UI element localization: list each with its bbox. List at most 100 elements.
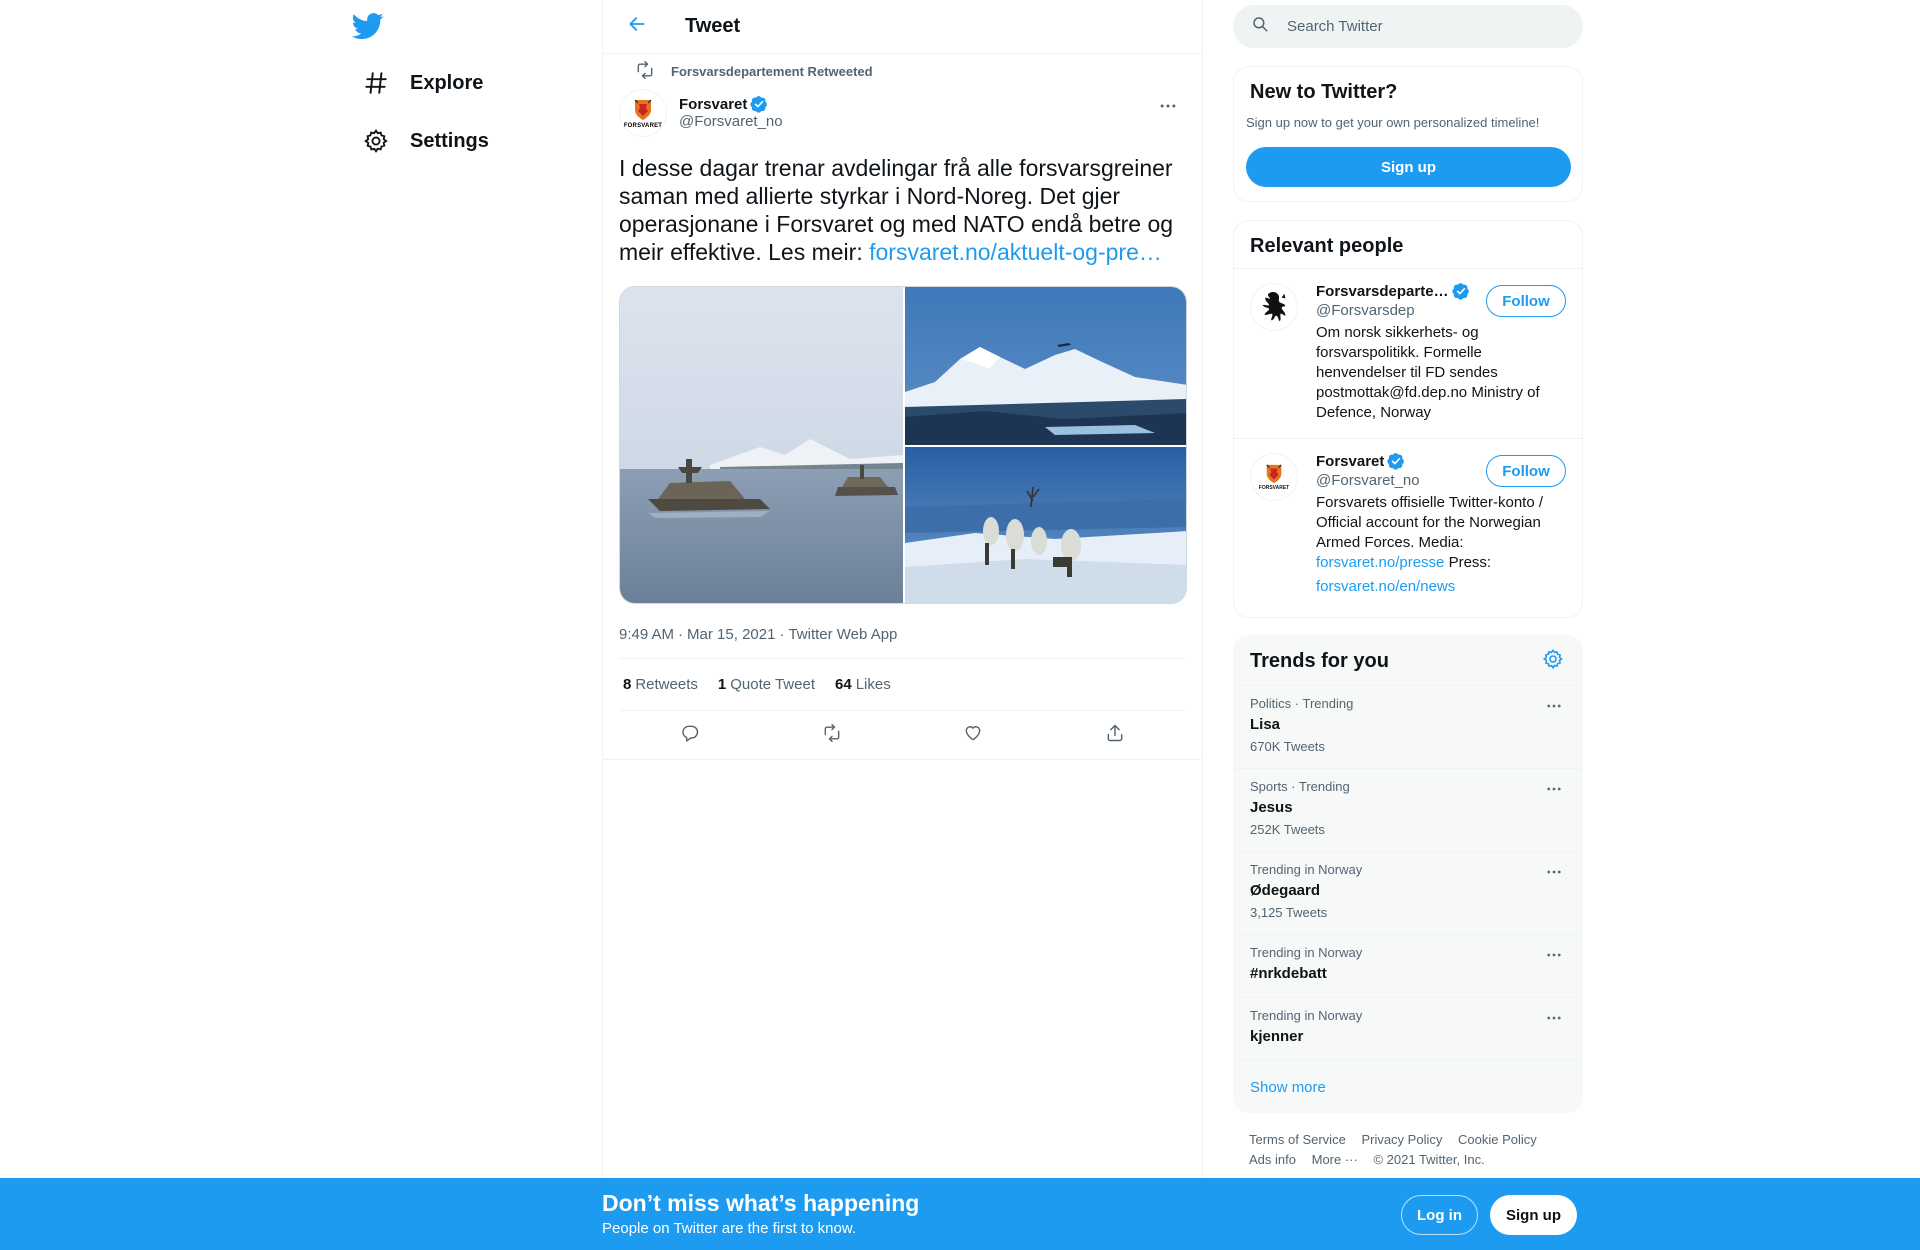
trend-item[interactable]: Trending in Norway Ødegaard 3,125 Tweets [1234,852,1582,935]
banner-title: Don’t miss what’s happening [602,1190,920,1216]
relevant-people-title: Relevant people [1250,235,1404,257]
avatar[interactable]: FORSVARET [1250,453,1298,501]
reply-icon [680,723,700,748]
tweet-more-button[interactable] [1154,96,1182,120]
trend-context: Politics · Trending [1250,696,1354,711]
back-button[interactable] [619,9,655,45]
tweet-author: FORSVARET Forsvaret @Forsvaret_no [619,88,1186,138]
photo-mountains-aircraft[interactable] [905,287,1186,445]
person-item[interactable]: FORSVARET Forsvaret @Forsvaret_no Forsva… [1234,439,1582,609]
search-icon [1251,15,1269,38]
tweet-actions [603,711,1202,760]
twitter-bird-icon[interactable] [351,10,384,42]
retweeted-by-link[interactable]: Forsvarsdepartement Retweeted [671,64,873,79]
show-more-link[interactable]: Show more [1234,1061,1582,1114]
tweet-link[interactable]: forsvaret.no/aktuelt-og-pre… [869,239,1162,265]
more-link[interactable]: More ··· [1312,1152,1358,1167]
author-name[interactable]: Forsvaret [679,96,747,113]
meta-separator: · [678,625,684,643]
terms-link[interactable]: Terms of Service [1249,1132,1346,1147]
person-bio: Om norsk sikkerhets- og forsvarspolitikk… [1316,324,1540,421]
likes-label: Likes [855,676,891,693]
retweet-icon [635,60,657,82]
quote-tweets-stat[interactable]: 1 Quote Tweet [718,676,815,693]
trend-name: Ødegaard [1250,882,1321,899]
avatar-brand-text: FORSVARET [1258,485,1290,491]
more-dots-icon[interactable] [1542,945,1566,965]
retweet-button[interactable] [814,717,850,753]
signup-button[interactable]: Sign up [1246,147,1571,187]
nav-settings-label: Settings [410,129,489,152]
tweet-text: I desse dagar trenar avdelingar frå alle… [619,154,1186,266]
trend-item[interactable]: Politics · Trending Lisa 670K Tweets [1234,686,1582,769]
search-box[interactable] [1233,5,1583,48]
login-button[interactable]: Log in [1401,1195,1478,1235]
tweet-stats: 8 Retweets 1 Quote Tweet 64 Likes [619,658,1186,711]
person-bio: Forsvarets offisielle Twitter-konto / Of… [1316,493,1551,597]
like-button[interactable] [955,717,991,753]
more-dots-icon[interactable] [1542,779,1566,799]
share-button[interactable] [1097,717,1133,753]
gear-icon[interactable] [1542,648,1566,672]
trend-context: Trending in Norway [1250,945,1363,960]
search-input[interactable] [1287,18,1547,35]
trend-name: Lisa [1250,716,1281,733]
trend-item[interactable]: Trending in Norway kjenner [1234,998,1582,1061]
banner-subtitle: People on Twitter are the first to know. [602,1220,857,1237]
retweets-stat[interactable]: 8 Retweets [623,676,698,693]
more-dots-icon [1158,96,1178,121]
footer-links: Terms of Service Privacy Policy Cookie P… [1249,1130,1579,1170]
tweet-source: Twitter Web App [788,625,898,643]
tweet-date[interactable]: Mar 15, 2021 [687,626,775,643]
cookie-link[interactable]: Cookie Policy [1458,1132,1537,1147]
privacy-link[interactable]: Privacy Policy [1361,1132,1442,1147]
heart-icon [963,723,983,748]
photo-soldiers-snow[interactable] [905,447,1186,603]
copyright: © 2021 Twitter, Inc. [1373,1152,1485,1167]
trend-name: kjenner [1250,1028,1304,1045]
follow-button[interactable]: Follow [1486,285,1566,317]
person-name[interactable]: Forsvaret [1316,453,1384,470]
more-dots-icon[interactable] [1542,862,1566,882]
trend-context: Trending in Norway [1250,862,1363,877]
quotes-label: Quote Tweet [730,676,815,693]
trend-item[interactable]: Trending in Norway #nrkdebatt [1234,935,1582,998]
avatar[interactable]: FORSVARET [619,89,667,137]
bio-link-news[interactable]: forsvaret.no/en/news [1316,578,1455,595]
likes-count: 64 [835,676,852,693]
trend-item[interactable]: Sports · Trending Jesus 252K Tweets [1234,769,1582,852]
photo-warships[interactable] [620,287,903,603]
ads-info-link[interactable]: Ads info [1249,1152,1296,1167]
more-dots-icon[interactable] [1542,1008,1566,1028]
tweet-media-grid [619,286,1187,604]
trends-title: Trends for you [1250,650,1389,672]
verified-badge-icon [750,95,768,113]
person-item[interactable]: Forsvarsdeparte… @Forsvarsdep Om norsk s… [1234,269,1582,439]
avatar[interactable] [1250,283,1298,331]
bio-link-presse[interactable]: forsvaret.no/presse [1316,554,1444,571]
retweets-label: Retweets [635,676,698,693]
banner-signup-button[interactable]: Sign up [1490,1195,1577,1235]
nav-item-explore[interactable]: Explore [350,57,495,109]
follow-button[interactable]: Follow [1486,455,1566,487]
reply-button[interactable] [672,717,708,753]
page-title: Tweet [685,15,741,37]
new-to-twitter-subtitle: Sign up now to get your own personalized… [1246,115,1540,130]
tweet-time[interactable]: 9:49 AM [619,626,674,643]
gear-icon [362,127,390,155]
more-dots-icon[interactable] [1542,696,1566,716]
tweet: Forsvarsdepartement Retweeted FORSVARET … [603,54,1202,760]
new-to-twitter-title: New to Twitter? [1250,81,1398,103]
trend-count: 252K Tweets [1250,822,1325,837]
verified-badge-icon [1387,452,1405,470]
trend-name: Jesus [1250,799,1293,816]
nav-item-settings[interactable]: Settings [350,115,501,167]
likes-stat[interactable]: 64 Likes [835,676,891,693]
person-name[interactable]: Forsvarsdeparte… [1316,283,1449,300]
bio-text: Forsvarets offisielle Twitter-konto / Of… [1316,494,1544,551]
main-column: Tweet Forsvarsdepartement Retweeted FORS… [602,0,1203,1250]
retweet-context: Forsvarsdepartement Retweeted [619,54,1186,88]
page-header: Tweet [603,0,1202,54]
author-handle[interactable]: @Forsvaret_no [679,113,783,130]
nav-explore-label: Explore [410,71,484,94]
